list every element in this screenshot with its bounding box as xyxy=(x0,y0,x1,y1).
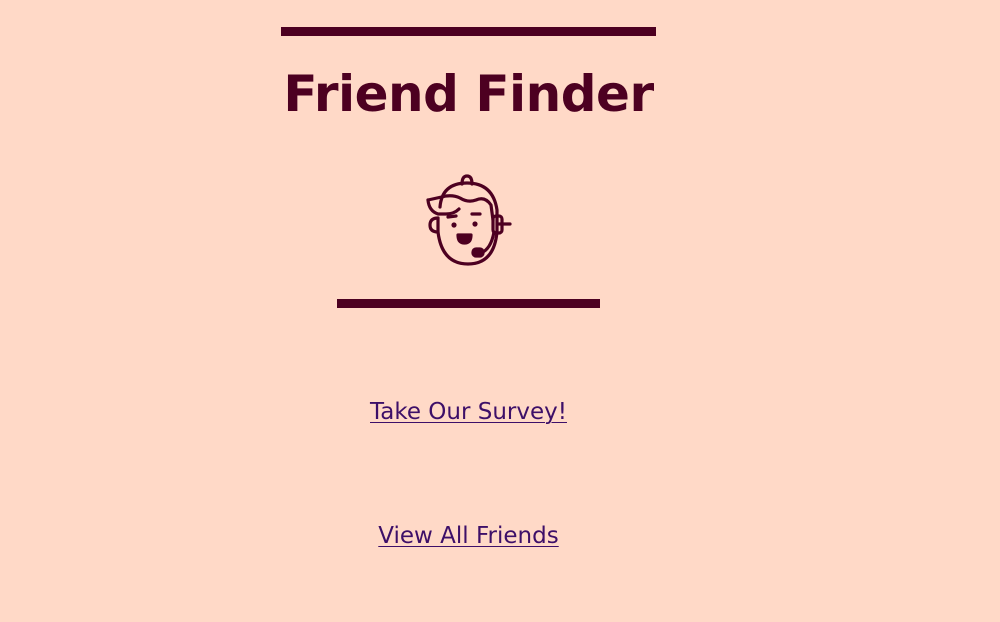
bottom-divider xyxy=(337,299,600,308)
headset-person-icon xyxy=(424,172,514,266)
top-divider xyxy=(281,27,656,36)
page-title: Friend Finder xyxy=(283,65,654,123)
view-friends-link[interactable]: View All Friends xyxy=(0,520,937,552)
take-survey-link[interactable]: Take Our Survey! xyxy=(0,396,937,428)
